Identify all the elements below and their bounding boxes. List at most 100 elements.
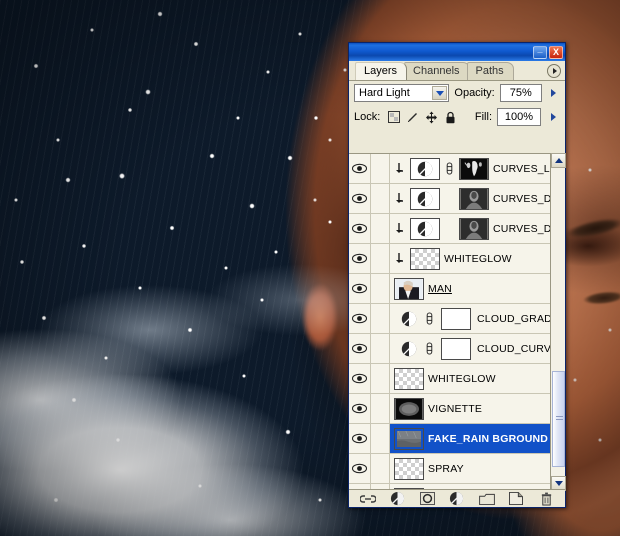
layer-visibility-toggle[interactable] xyxy=(349,304,371,333)
lock-transparency-icon[interactable] xyxy=(387,111,400,124)
table-row[interactable]: CURVES_LI... xyxy=(349,154,565,184)
adjustment-gradient-thumbnail[interactable] xyxy=(400,310,418,328)
delete-layer-trash-icon[interactable] xyxy=(538,491,554,506)
layers-scrollbar[interactable] xyxy=(550,153,566,491)
link-mask-icon[interactable] xyxy=(444,162,455,175)
palette-tab-bar: Layers Channels Paths xyxy=(349,61,565,81)
new-group-folder-icon[interactable] xyxy=(478,491,495,506)
eye-icon xyxy=(352,163,367,174)
clipping-mask-arrow-icon xyxy=(396,162,403,173)
layer-mask-thumbnail[interactable] xyxy=(459,217,489,240)
eye-icon xyxy=(352,193,367,204)
tab-paths[interactable]: Paths xyxy=(466,62,514,80)
table-row[interactable]: CLOUD_CURVES xyxy=(349,334,565,364)
opacity-slider-arrow-icon[interactable] xyxy=(547,84,560,102)
link-mask-icon[interactable] xyxy=(424,312,435,325)
table-row[interactable]: WHITEGLOW xyxy=(349,364,565,394)
layers-bottom-toolbar xyxy=(349,489,565,507)
panel-menu-triangle-icon[interactable] xyxy=(547,64,561,78)
adjustment-curves-thumbnail[interactable] xyxy=(410,187,440,210)
blend-mode-value: Hard Light xyxy=(359,87,410,99)
fill-slider-arrow-icon[interactable] xyxy=(546,108,560,126)
lock-position-icon[interactable] xyxy=(425,111,438,124)
fill-input[interactable]: 100% xyxy=(497,108,541,126)
new-adjustment-layer-icon[interactable] xyxy=(449,491,465,506)
layer-link-cell[interactable] xyxy=(371,304,390,333)
table-row[interactable]: MAN xyxy=(349,274,565,304)
layer-name: WHITEGLOW xyxy=(428,372,496,385)
close-icon: X xyxy=(552,46,559,57)
lock-image-pixels-icon[interactable] xyxy=(406,111,419,124)
opacity-label: Opacity: xyxy=(454,87,495,99)
table-row[interactable]: VIGNETTE xyxy=(349,394,565,424)
add-layer-mask-icon[interactable] xyxy=(419,491,435,506)
layer-thumbnail[interactable] xyxy=(394,427,424,450)
layer-link-cell[interactable] xyxy=(371,244,390,273)
blend-mode-select[interactable]: Hard Light xyxy=(354,84,450,102)
layer-thumbnail[interactable] xyxy=(410,247,440,270)
table-row[interactable]: CURVES_D... xyxy=(349,214,565,244)
lock-all-icon[interactable] xyxy=(444,111,457,124)
palette-title-bar[interactable]: _ X xyxy=(349,43,565,61)
link-mask-icon[interactable] xyxy=(424,342,435,355)
layer-link-cell[interactable] xyxy=(371,424,390,453)
opacity-input[interactable]: 75% xyxy=(499,84,542,102)
layer-visibility-toggle[interactable] xyxy=(349,184,371,213)
layers-list[interactable]: CURVES_LI... CURVES_D... CURVES_D... WHI… xyxy=(349,153,565,491)
layer-visibility-toggle[interactable] xyxy=(349,394,371,423)
layer-link-cell[interactable] xyxy=(371,214,390,243)
link-layers-icon[interactable] xyxy=(359,491,376,506)
table-row[interactable]: CLOUD_GRADI... xyxy=(349,304,565,334)
layer-mask-thumbnail[interactable] xyxy=(459,187,489,210)
table-row[interactable]: SPRAY xyxy=(349,454,565,484)
layer-thumbnail[interactable] xyxy=(394,397,424,420)
layer-visibility-toggle[interactable] xyxy=(349,214,371,243)
table-row[interactable]: FAKE_RAIN BGROUND xyxy=(349,424,565,454)
layer-link-cell[interactable] xyxy=(371,334,390,363)
layer-visibility-toggle[interactable] xyxy=(349,364,371,393)
clipping-mask-arrow-icon xyxy=(396,192,403,203)
layer-link-cell[interactable] xyxy=(371,274,390,303)
layer-link-cell[interactable] xyxy=(371,394,390,423)
tab-channels[interactable]: Channels xyxy=(404,62,470,80)
eye-icon xyxy=(352,283,367,294)
eye-icon xyxy=(352,403,367,414)
eye-icon xyxy=(352,223,367,234)
layer-mask-thumbnail[interactable] xyxy=(459,157,489,180)
layer-link-cell[interactable] xyxy=(371,454,390,483)
new-layer-icon[interactable] xyxy=(508,491,524,506)
layer-visibility-toggle[interactable] xyxy=(349,424,371,453)
layer-visibility-toggle[interactable] xyxy=(349,454,371,483)
layer-name: WHITEGLOW xyxy=(444,252,512,265)
adjustment-curves-thumbnail[interactable] xyxy=(400,340,418,358)
tab-layers[interactable]: Layers xyxy=(355,62,408,80)
scroll-up-chevron-icon[interactable] xyxy=(551,153,566,168)
layer-thumbnail[interactable] xyxy=(394,277,424,300)
layer-link-cell[interactable] xyxy=(371,364,390,393)
minimize-button[interactable]: _ xyxy=(533,44,547,59)
adjustment-curves-thumbnail[interactable] xyxy=(410,217,440,240)
eye-icon xyxy=(352,433,367,444)
layer-style-fx-icon[interactable] xyxy=(390,491,406,506)
layer-link-cell[interactable] xyxy=(371,184,390,213)
layer-link-cell[interactable] xyxy=(371,154,390,183)
scrollbar-thumb[interactable] xyxy=(552,371,565,467)
table-row[interactable]: CURVES_D... xyxy=(349,184,565,214)
blend-options-row: Hard Light Opacity: 75% xyxy=(349,81,565,105)
layer-visibility-toggle[interactable] xyxy=(349,334,371,363)
layer-visibility-toggle[interactable] xyxy=(349,274,371,303)
layer-name: MAN xyxy=(428,282,452,295)
layer-thumbnail[interactable] xyxy=(394,367,424,390)
layer-thumbnail[interactable] xyxy=(394,457,424,480)
adjustment-curves-thumbnail[interactable] xyxy=(410,157,440,180)
eye-icon xyxy=(352,463,367,474)
tab-paths-label: Paths xyxy=(475,65,504,77)
layer-visibility-toggle[interactable] xyxy=(349,154,371,183)
layer-visibility-toggle[interactable] xyxy=(349,244,371,273)
chevron-down-icon[interactable] xyxy=(432,86,448,100)
layer-mask-thumbnail[interactable] xyxy=(440,337,471,360)
close-button[interactable]: X xyxy=(549,45,563,59)
layer-mask-thumbnail[interactable] xyxy=(441,307,471,330)
tab-layers-label: Layers xyxy=(364,65,398,77)
table-row[interactable]: WHITEGLOW xyxy=(349,244,565,274)
